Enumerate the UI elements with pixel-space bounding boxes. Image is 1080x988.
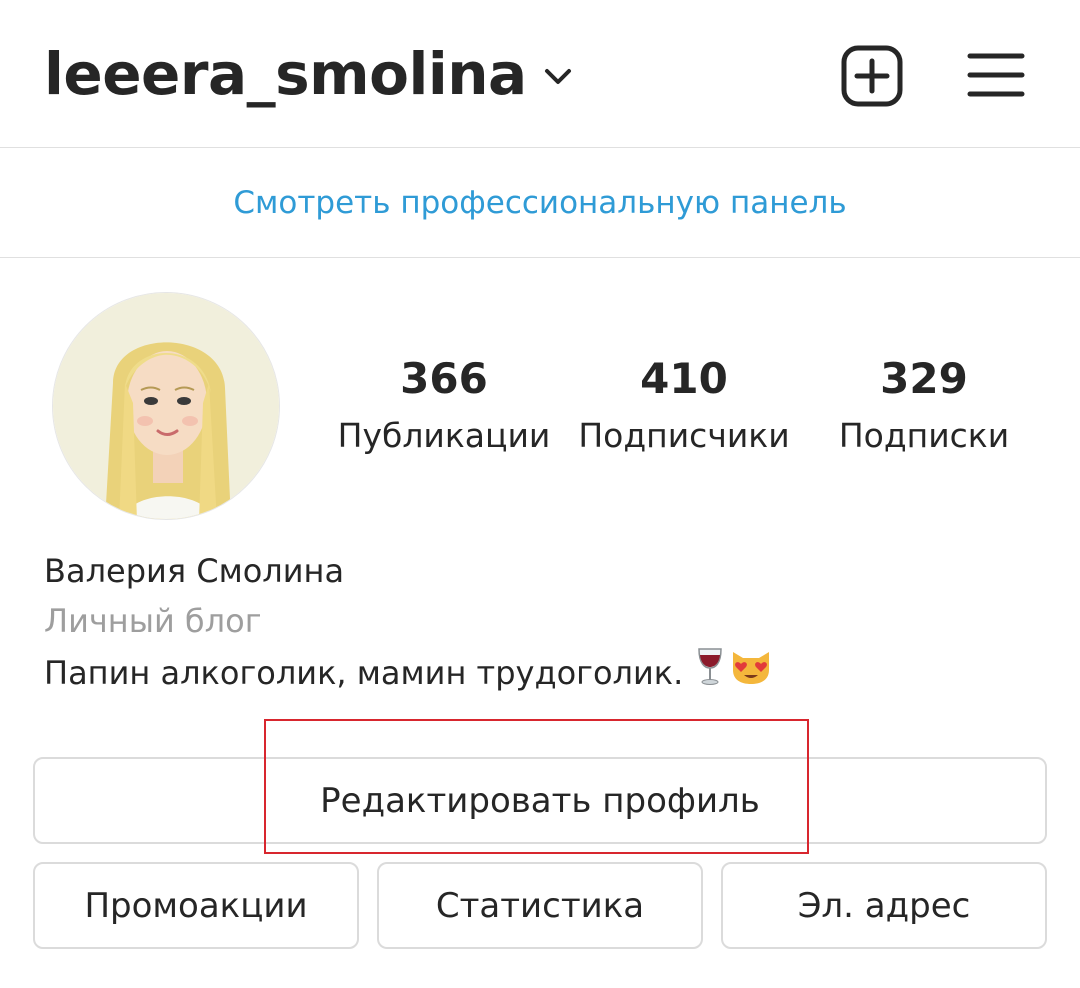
followers-count: 410	[640, 354, 728, 403]
professional-dashboard-link[interactable]: Смотреть профессиональную панель	[233, 185, 846, 221]
bio-text-row: Папин алкоголик, мамин трудоголик.	[44, 646, 773, 700]
email-button[interactable]: Эл. адрес	[721, 862, 1047, 949]
edit-profile-button[interactable]: Редактировать профиль	[33, 757, 1047, 844]
following-count: 329	[880, 354, 968, 403]
profile-name: Валерия Смолина	[44, 552, 345, 590]
account-switcher[interactable]: leeera_smolina	[44, 38, 573, 110]
bio-text: Папин алкоголик, мамин трудоголик.	[44, 654, 684, 692]
following-label: Подписки	[838, 416, 1010, 455]
bio-section: Валерия Смолина Личный блог Папин алкого…	[44, 546, 773, 700]
heart-eyes-cat-icon	[729, 646, 773, 700]
following-stat[interactable]: 329 Подписки	[804, 350, 1044, 464]
insights-button[interactable]: Статистика	[377, 862, 703, 949]
bio-emojis	[695, 646, 773, 700]
promotions-button[interactable]: Промоакции	[33, 862, 359, 949]
professional-dashboard-bar: Смотреть профессиональную панель	[0, 148, 1080, 258]
profile-category: Личный блог	[44, 602, 262, 640]
followers-label: Подписчики	[578, 416, 790, 455]
chevron-down-icon	[543, 67, 573, 91]
posts-count: 366	[400, 354, 488, 403]
username: leeera_smolina	[44, 40, 527, 108]
avatar[interactable]	[52, 292, 280, 520]
plus-square-icon[interactable]	[840, 44, 904, 108]
hamburger-menu-icon[interactable]	[966, 50, 1026, 100]
posts-label: Публикации	[337, 416, 551, 455]
followers-stat[interactable]: 410 Подписчики	[564, 350, 804, 464]
top-bar: leeera_smolina	[0, 0, 1080, 148]
posts-stat[interactable]: 366 Публикации	[324, 350, 564, 464]
wine-glass-icon	[695, 646, 725, 700]
